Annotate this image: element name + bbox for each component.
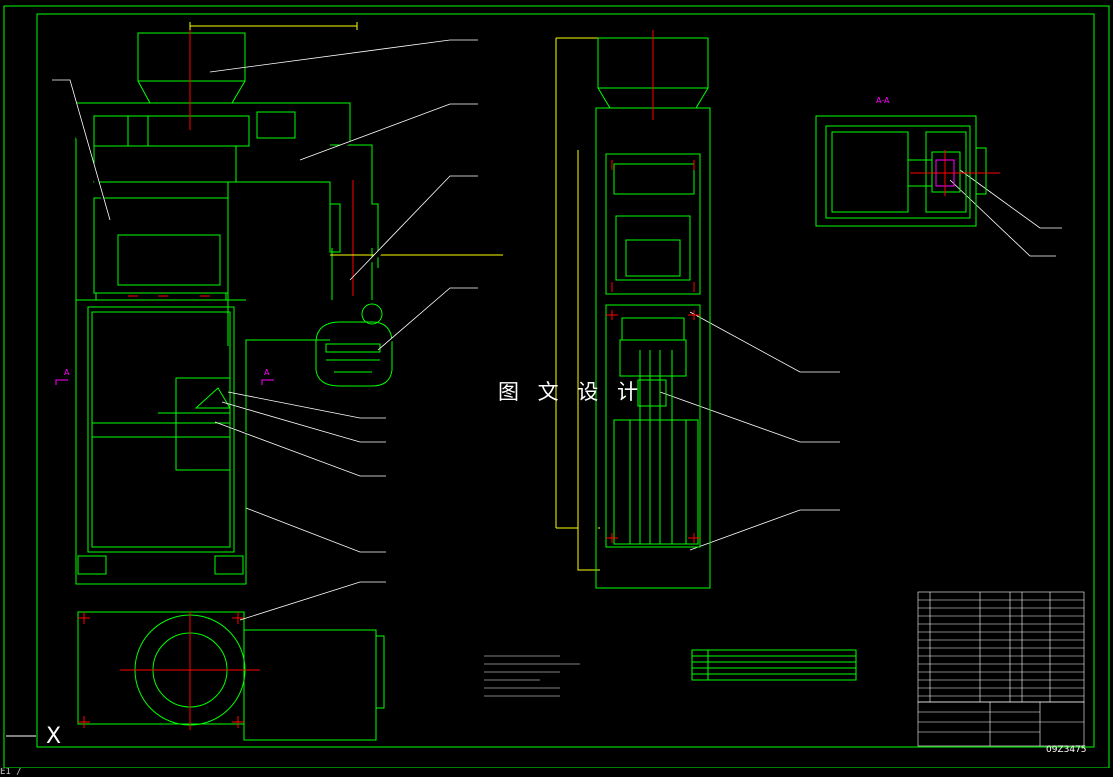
parameter-table <box>691 649 857 681</box>
title-block <box>917 701 1085 747</box>
side-view <box>595 37 711 589</box>
section-view-aa <box>815 115 987 227</box>
drawing-number: 09Z3475 <box>1046 745 1087 755</box>
cad-drawing-canvas[interactable]: 图 文 设 计 A A A-A 09Z3475 X E1 / <box>0 0 1113 777</box>
parts-list <box>917 591 1085 703</box>
tech-notes <box>484 655 580 697</box>
ucs-cursor-icon: X <box>46 724 62 749</box>
section-markers <box>55 379 274 385</box>
section-view-title: A-A <box>876 96 890 105</box>
section-mark-right: A <box>264 368 270 377</box>
section-mark-left: A <box>64 368 70 377</box>
leader-lines <box>52 39 1062 621</box>
dimension-lines <box>189 22 606 571</box>
command-line-status: E1 / <box>0 768 1113 777</box>
front-view <box>75 32 393 741</box>
watermark-text: 图 文 设 计 <box>498 380 645 404</box>
front-view-markers <box>78 30 354 730</box>
